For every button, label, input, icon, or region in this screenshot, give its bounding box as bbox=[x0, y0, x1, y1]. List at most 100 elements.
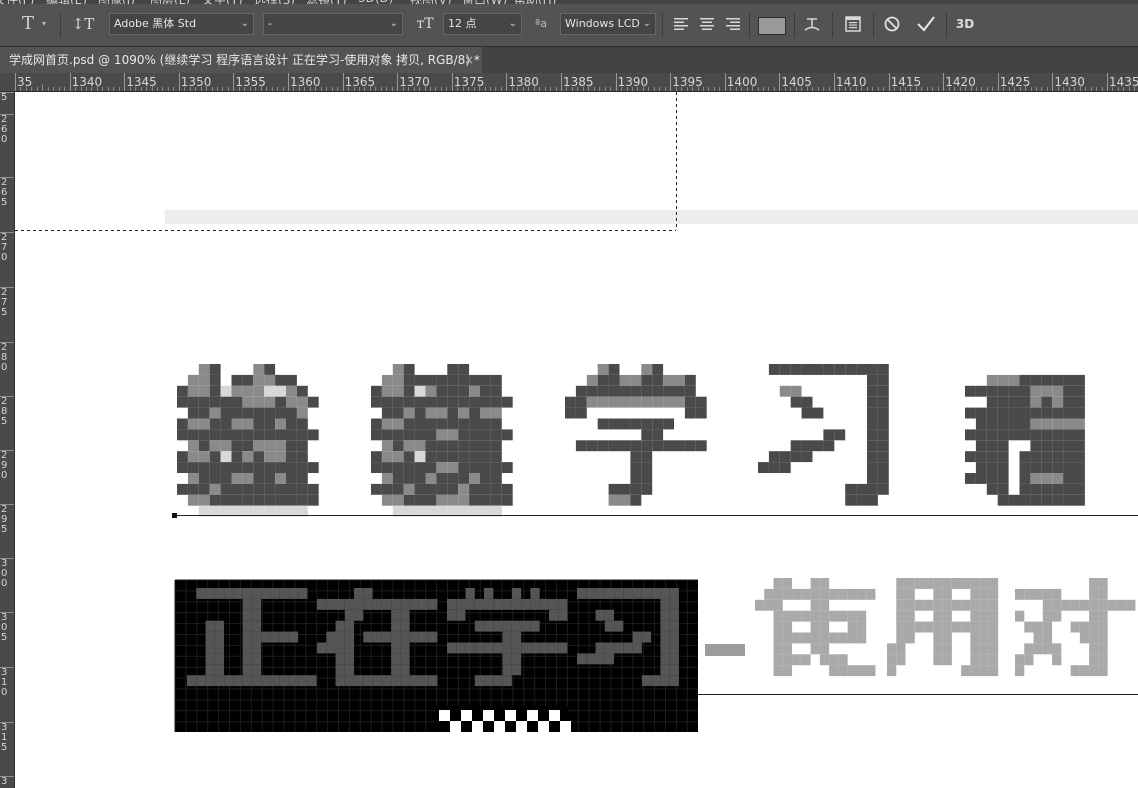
type-tool-icon[interactable]: T bbox=[16, 13, 40, 35]
glyph-pixel bbox=[877, 396, 889, 408]
glyph-pixel bbox=[773, 643, 783, 655]
glyph-pixel bbox=[970, 621, 980, 633]
ruler-minor-tick bbox=[500, 87, 502, 91]
glyph-pixel bbox=[391, 642, 401, 654]
glyph-pixel bbox=[695, 440, 707, 452]
glyph-pixel bbox=[652, 418, 664, 430]
glyph-pixel bbox=[381, 494, 393, 506]
glyph-pixel bbox=[469, 418, 480, 430]
glyph-pixel bbox=[914, 599, 925, 611]
ruler-minor-tick bbox=[954, 87, 956, 91]
glyph-pixel bbox=[792, 632, 802, 644]
glyph-pixel bbox=[425, 473, 437, 484]
ruler-label: 3 0 0 bbox=[1, 558, 8, 589]
glyph-pixel bbox=[436, 374, 448, 386]
ruler-minor-tick bbox=[435, 87, 437, 91]
glyph-pixel bbox=[242, 407, 254, 419]
glyph-pixel bbox=[801, 396, 813, 408]
glyph-pixel bbox=[231, 483, 243, 495]
glyph-pixel bbox=[251, 609, 262, 621]
ruler-minor-tick bbox=[631, 87, 633, 91]
text-anchor-handle bbox=[172, 513, 177, 518]
glyph-pixel bbox=[641, 418, 653, 430]
glyph-pixel bbox=[819, 578, 830, 589]
glyph-pixel bbox=[1030, 396, 1042, 408]
ruler-minor-tick bbox=[692, 87, 694, 91]
glyph-pixel bbox=[961, 665, 971, 677]
close-icon[interactable]: × bbox=[464, 47, 474, 73]
glyph-pixel bbox=[986, 418, 998, 430]
glyph-pixel bbox=[1041, 462, 1053, 473]
glyph-pixel bbox=[335, 631, 345, 643]
cancel-edits-icon[interactable] bbox=[882, 13, 902, 35]
glyph-pixel bbox=[1074, 374, 1085, 386]
glyph-pixel bbox=[773, 654, 783, 666]
glyph-pixel bbox=[1098, 654, 1108, 666]
warp-text-icon[interactable] bbox=[802, 13, 822, 35]
glyph-pixel bbox=[1061, 599, 1071, 611]
glyph-pixel bbox=[187, 385, 199, 397]
anti-alias-icon: ªa bbox=[535, 17, 547, 30]
glyph-pixel bbox=[511, 620, 522, 632]
align-left-icon[interactable] bbox=[673, 13, 689, 35]
glyph-pixel bbox=[877, 483, 889, 495]
ruler-minor-tick bbox=[315, 84, 317, 91]
ruler-minor-tick bbox=[227, 87, 229, 91]
ruler-minor-tick bbox=[790, 87, 792, 91]
chevron-down-icon: ⌄ bbox=[508, 18, 517, 29]
align-right-icon[interactable] bbox=[725, 13, 741, 35]
glyph-pixel bbox=[1041, 418, 1053, 430]
font-family-select[interactable]: Adobe 黑体 Std ⌄ bbox=[109, 13, 254, 35]
glyph-pixel bbox=[286, 462, 297, 473]
glyph-pixel bbox=[965, 429, 976, 441]
ruler-minor-tick bbox=[883, 87, 885, 91]
tool-preset-chevron-icon[interactable]: ▾ bbox=[42, 19, 46, 41]
glyph-pixel bbox=[1074, 462, 1085, 473]
document-canvas[interactable] bbox=[15, 92, 1138, 788]
text-color-swatch[interactable] bbox=[758, 17, 786, 35]
font-style-select[interactable]: - ⌄ bbox=[263, 13, 403, 35]
glyph-pixel bbox=[490, 440, 502, 452]
glyph-pixel bbox=[595, 653, 605, 665]
ruler-minor-tick bbox=[36, 87, 38, 91]
glyph-pixel bbox=[1041, 374, 1053, 386]
vertical-ruler[interactable]: 5 2 6 0 2 6 5 2 7 0 2 7 5 2 8 0 2 8 5 2 9 0 2 9 … bbox=[0, 92, 15, 788]
font-style-value: - bbox=[268, 17, 272, 30]
toggle-text-orientation-icon[interactable]: ↕T bbox=[71, 13, 95, 35]
glyph-pixel bbox=[614, 588, 624, 599]
glyph-pixel bbox=[887, 643, 897, 655]
character-panel-icon[interactable] bbox=[843, 13, 863, 35]
glyph-pixel bbox=[961, 599, 971, 611]
commit-edits-icon[interactable] bbox=[915, 13, 937, 35]
glyph-pixel bbox=[877, 407, 889, 419]
glyph-pixel bbox=[354, 675, 364, 687]
glyph-pixel bbox=[651, 588, 661, 599]
align-center-icon[interactable] bbox=[699, 13, 715, 35]
glyph-pixel bbox=[988, 610, 999, 622]
glyph-pixel bbox=[801, 440, 813, 452]
glyph-pixel bbox=[867, 473, 878, 484]
glyph-pixel bbox=[224, 588, 234, 599]
glyph-pixel bbox=[1063, 429, 1074, 441]
font-size-select[interactable]: 12 点 ⌄ bbox=[443, 13, 522, 35]
glyph-pixel bbox=[493, 642, 503, 654]
glyph-pixel bbox=[834, 429, 846, 441]
glyph-pixel bbox=[979, 621, 989, 633]
glyph-pixel bbox=[1063, 494, 1074, 506]
3d-icon[interactable]: 3D bbox=[954, 13, 976, 35]
ruler-minor-tick bbox=[511, 87, 513, 91]
anti-alias-select[interactable]: Windows LCD ⌄ bbox=[560, 13, 656, 35]
glyph-pixel bbox=[1089, 643, 1099, 655]
glyph-pixel bbox=[810, 610, 820, 622]
horizontal-ruler[interactable]: 35 1340 1345 1350 1355 1360 1365 1370 1375 1380 13… bbox=[0, 73, 1138, 92]
glyph-pixel bbox=[242, 494, 254, 506]
glyph-pixel bbox=[896, 632, 906, 644]
glyph-pixel bbox=[371, 396, 382, 408]
glyph-pixel bbox=[261, 588, 271, 599]
ruler-minor-tick bbox=[986, 87, 988, 91]
glyph-pixel bbox=[187, 418, 199, 430]
glyph-pixel bbox=[344, 620, 355, 632]
glyph-pixel bbox=[975, 473, 987, 484]
document-tab[interactable]: 学成网首页.psd @ 1090% (继续学习 程序语言设计 正在学习-使用对象… bbox=[0, 47, 482, 73]
glyph-pixel bbox=[414, 374, 426, 386]
